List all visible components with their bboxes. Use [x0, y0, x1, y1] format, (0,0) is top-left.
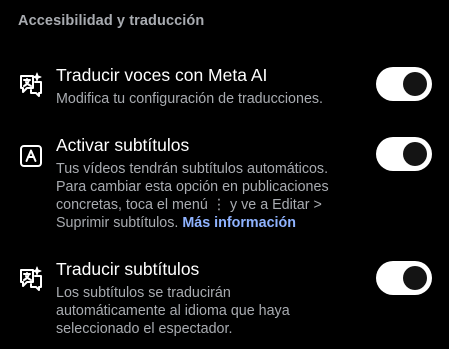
toggle-knob	[403, 72, 427, 96]
translate-sparkle-icon	[18, 265, 44, 291]
description-line: automáticamente al idioma que haya	[56, 303, 290, 319]
setting-description: Los subtítulos se traducirán automáticam…	[56, 284, 366, 338]
description-line: seleccionado el espectador.	[56, 321, 233, 337]
setting-title: Traducir voces con Meta AI	[56, 65, 268, 85]
description-line: Para cambiar esta opción en publicacione…	[56, 179, 329, 195]
setting-description: Tus vídeos tendrán subtítulos automático…	[56, 160, 366, 232]
setting-title: Activar subtítulos	[56, 135, 190, 155]
translate-voices-toggle[interactable]	[376, 67, 432, 101]
description-line: Suprimir subtítulos.	[56, 215, 179, 231]
description-line: concretas, toca el menú ⋮ y ve a Editar …	[56, 197, 322, 213]
setting-description: Modifica tu configuración de traduccione…	[56, 91, 324, 107]
description-line: Tus vídeos tendrán subtítulos automático…	[56, 161, 329, 177]
more-info-link[interactable]: Más información	[182, 215, 296, 231]
toggle-knob	[403, 266, 427, 290]
translate-captions-toggle[interactable]	[376, 261, 432, 295]
toggle-knob	[403, 142, 427, 166]
captions-a-icon	[18, 143, 44, 169]
captions-toggle[interactable]	[376, 137, 432, 171]
setting-title: Traducir subtítulos	[56, 259, 200, 279]
translate-sparkle-icon	[18, 71, 44, 97]
description-line: Los subtítulos se traducirán	[56, 285, 231, 301]
section-header: Accesibilidad y traducción	[18, 13, 205, 29]
